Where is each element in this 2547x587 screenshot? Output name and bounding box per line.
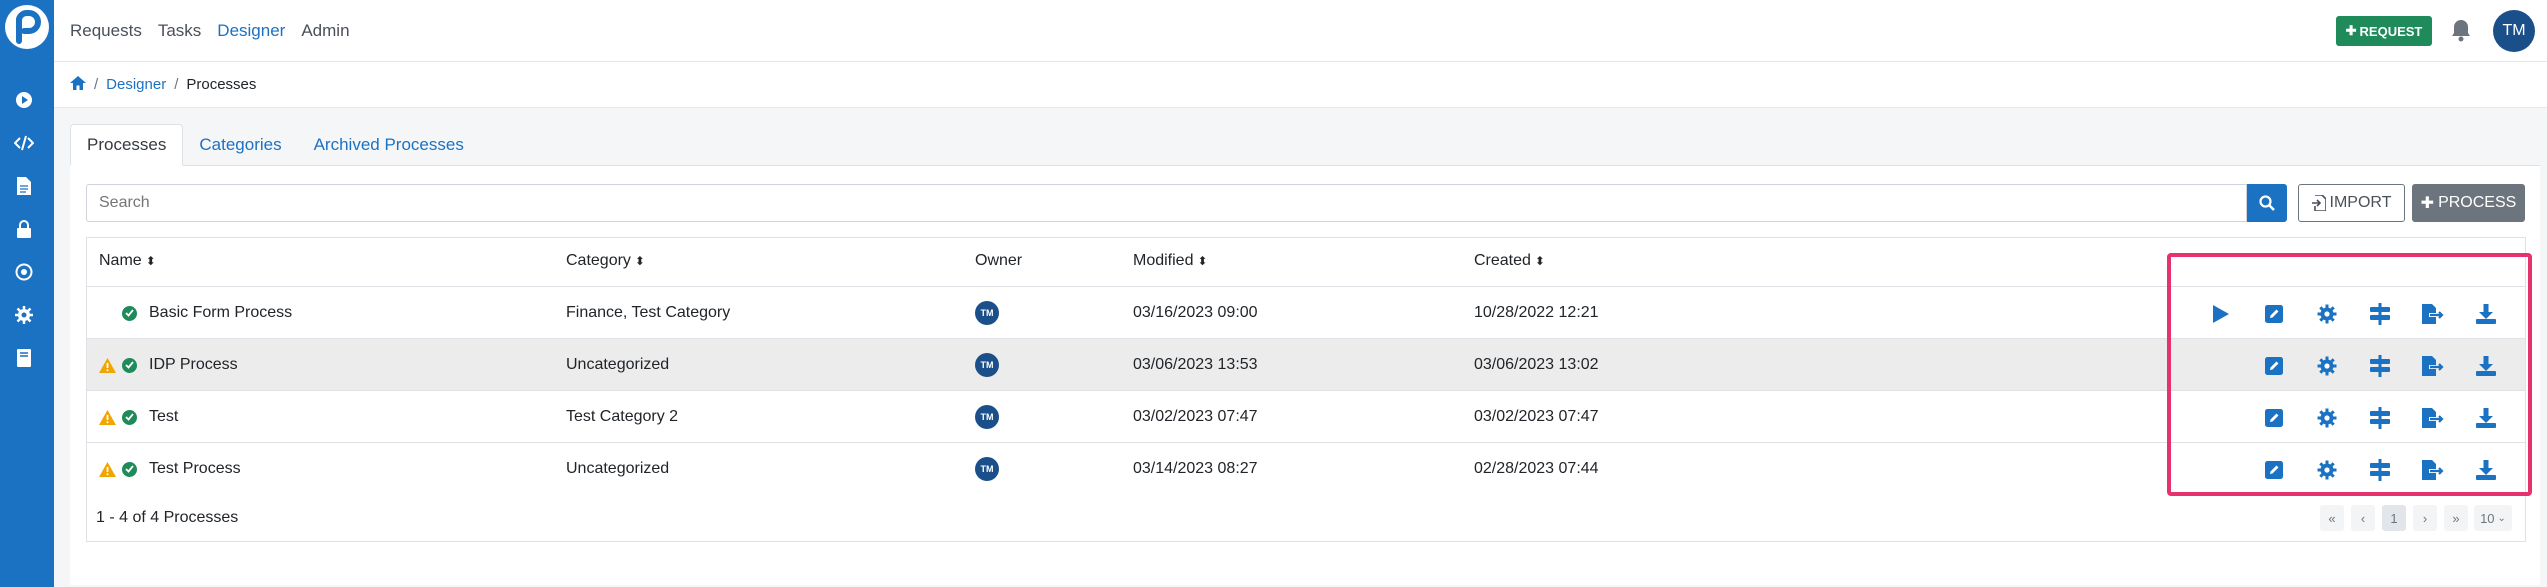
owner-cell: TM xyxy=(975,391,999,443)
status-active-icon xyxy=(122,443,137,495)
new-request-button[interactable]: ✚ REQUEST xyxy=(2336,16,2432,46)
results-count: 1 - 4 of 4 Processes xyxy=(96,509,239,526)
breadcrumb-separator: / xyxy=(174,76,179,93)
tab-bar: Processes Categories Archived Processes xyxy=(70,124,480,166)
book-icon[interactable] xyxy=(13,347,35,369)
process-modified: 03/06/2023 13:53 xyxy=(1133,356,1258,373)
request-button-label: REQUEST xyxy=(2359,23,2423,39)
sort-icon: ⬍ xyxy=(145,254,156,268)
owner-avatar: TM xyxy=(975,301,999,325)
chevron-down-icon: ⌄ xyxy=(2497,512,2506,524)
warning-icon xyxy=(99,443,116,495)
process-modified: 03/14/2023 08:27 xyxy=(1133,460,1258,477)
gear-icon[interactable] xyxy=(13,304,35,326)
column-header-label: Name xyxy=(99,252,142,269)
process-created: 03/06/2023 13:02 xyxy=(1474,356,1599,373)
process-button-label: PROCESS xyxy=(2438,194,2517,211)
next-page-button[interactable]: › xyxy=(2413,505,2437,531)
sort-icon: ⬍ xyxy=(1534,254,1545,268)
top-navbar: Requests Tasks Designer Admin ✚ REQUEST … xyxy=(54,0,2547,62)
notification-bell-icon[interactable] xyxy=(2450,18,2472,42)
status-active-icon xyxy=(122,287,137,339)
sort-icon: ⬍ xyxy=(1197,254,1208,268)
lock-icon[interactable] xyxy=(13,218,35,240)
breadcrumb-current: Processes xyxy=(186,76,257,93)
code-icon[interactable] xyxy=(13,132,35,154)
new-process-button[interactable]: ✚ PROCESS xyxy=(2412,184,2525,222)
file-icon[interactable] xyxy=(13,175,35,197)
tab-processes[interactable]: Processes xyxy=(70,124,184,166)
column-header-label: Created xyxy=(1474,252,1531,269)
owner-cell: TM xyxy=(975,339,999,391)
play-circle-icon[interactable] xyxy=(13,89,35,111)
plus-icon: ✚ xyxy=(2420,195,2435,212)
actions-highlight-box xyxy=(2167,253,2532,496)
owner-avatar: TM xyxy=(975,457,999,481)
breadcrumb: / Designer / Processes xyxy=(54,62,2547,108)
target-icon[interactable] xyxy=(13,261,35,283)
per-page-value: 10 xyxy=(2480,510,2495,526)
last-page-button[interactable]: » xyxy=(2444,505,2468,531)
nav-admin[interactable]: Admin xyxy=(301,21,349,41)
search-input[interactable] xyxy=(86,184,2247,222)
table-row[interactable]: Test Process Uncategorized TM 03/14/2023… xyxy=(87,442,2525,494)
sidebar xyxy=(0,0,54,587)
column-header-owner: Owner xyxy=(975,252,1022,270)
column-header-modified[interactable]: Modified ⬍ xyxy=(1133,252,1208,270)
process-name[interactable]: IDP Process xyxy=(149,339,238,391)
table-row[interactable]: Basic Form Process Finance, Test Categor… xyxy=(87,286,2525,338)
tab-archived-processes[interactable]: Archived Processes xyxy=(298,124,480,166)
process-category: Test Category 2 xyxy=(566,408,679,425)
owner-cell: TM xyxy=(975,287,999,339)
status-active-icon xyxy=(122,391,137,443)
status-active-icon xyxy=(122,339,137,391)
warning-icon xyxy=(99,391,116,443)
file-import-icon xyxy=(2311,195,2326,211)
process-modified: 03/16/2023 09:00 xyxy=(1133,304,1258,321)
process-name[interactable]: Basic Form Process xyxy=(149,287,292,339)
main-nav: Requests Tasks Designer Admin xyxy=(70,0,350,62)
tab-categories[interactable]: Categories xyxy=(183,124,297,166)
column-header-name[interactable]: Name ⬍ xyxy=(99,252,156,270)
nav-requests[interactable]: Requests xyxy=(70,21,142,41)
process-modified: 03/02/2023 07:47 xyxy=(1133,408,1258,425)
search-button[interactable] xyxy=(2247,184,2287,222)
owner-cell: TM xyxy=(975,443,999,495)
process-category: Uncategorized xyxy=(566,356,670,373)
table-row[interactable]: Test Test Category 2 TM 03/02/2023 07:47… xyxy=(87,390,2525,442)
process-created: 10/28/2022 12:21 xyxy=(1474,304,1599,321)
column-header-label: Category xyxy=(566,252,631,269)
sort-icon: ⬍ xyxy=(634,254,645,268)
process-category: Uncategorized xyxy=(566,460,670,477)
owner-avatar: TM xyxy=(975,353,999,377)
import-button[interactable]: IMPORT xyxy=(2298,184,2405,222)
table-row[interactable]: IDP Process Uncategorized TM 03/06/2023 … xyxy=(87,338,2525,390)
process-name[interactable]: Test xyxy=(149,391,178,443)
nav-tasks[interactable]: Tasks xyxy=(158,21,201,41)
process-name[interactable]: Test Process xyxy=(149,443,241,495)
current-page[interactable]: 1 xyxy=(2382,505,2406,531)
search-icon xyxy=(2259,195,2275,211)
user-avatar[interactable]: TM xyxy=(2493,10,2535,52)
plus-icon: ✚ xyxy=(2345,23,2357,38)
process-created: 02/28/2023 07:44 xyxy=(1474,460,1599,477)
app-logo[interactable] xyxy=(5,5,49,49)
import-button-label: IMPORT xyxy=(2329,194,2392,211)
column-header-created[interactable]: Created ⬍ xyxy=(1474,252,1545,270)
first-page-button[interactable]: « xyxy=(2320,505,2344,531)
column-header-category[interactable]: Category ⬍ xyxy=(566,252,645,270)
previous-page-button[interactable]: ‹ xyxy=(2351,505,2375,531)
per-page-select[interactable]: 10 ⌄ xyxy=(2474,505,2512,531)
owner-avatar: TM xyxy=(975,405,999,429)
breadcrumb-separator: / xyxy=(94,76,99,93)
home-icon[interactable] xyxy=(70,75,86,94)
nav-designer[interactable]: Designer xyxy=(217,21,285,41)
process-category: Finance, Test Category xyxy=(566,304,731,321)
breadcrumb-designer[interactable]: Designer xyxy=(106,76,166,93)
warning-icon xyxy=(99,339,116,391)
column-header-label: Owner xyxy=(975,252,1023,269)
column-header-label: Modified xyxy=(1133,252,1194,269)
process-created: 03/02/2023 07:47 xyxy=(1474,408,1599,425)
